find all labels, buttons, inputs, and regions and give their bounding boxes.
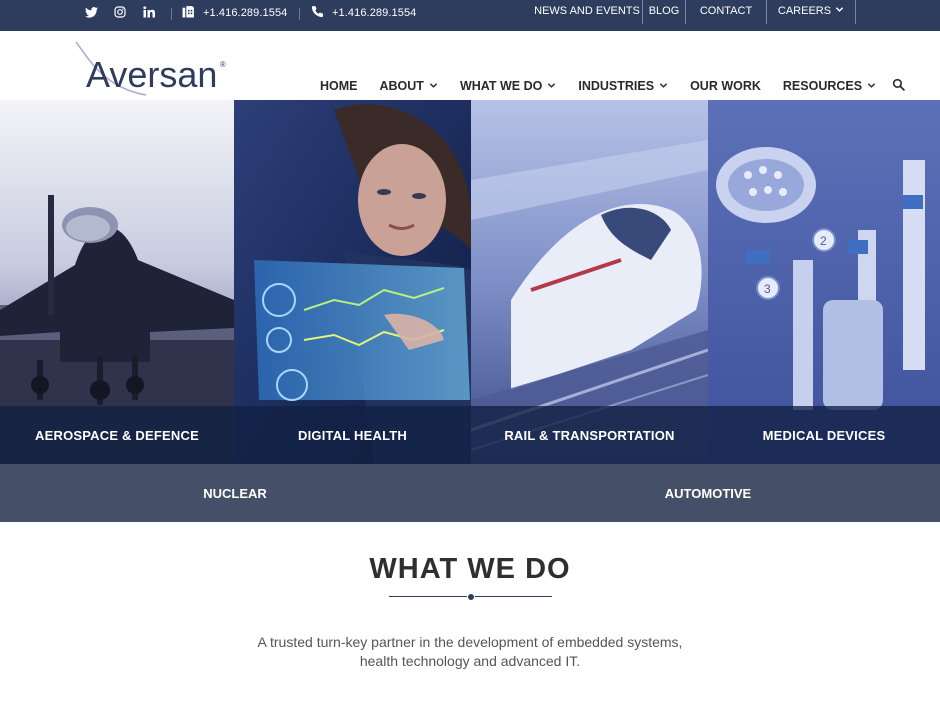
utility-links: NEWS AND EVENTS BLOG CONTACT CAREERS [532,0,856,31]
nav-home[interactable]: HOME [310,75,367,105]
phone-number: +1.416.289.1554 [332,7,417,19]
top-bar: +1.416.289.1554 +1.416.289.1554 NEWS AND… [0,0,940,31]
tile-medical-label: MEDICAL DEVICES [762,427,886,443]
chevron-down-icon [867,79,876,93]
tile-automotive-label: AUTOMOTIVE [664,485,752,501]
nav-resources[interactable]: RESOURCES [783,75,876,97]
aversan-logo[interactable]: Aversan ® [74,41,234,101]
social-links [84,5,156,19]
fax-contact[interactable]: +1.416.289.1554 [182,5,287,21]
tile-label-band: RAIL & TRANSPORTATION [471,406,708,464]
divider-line [389,596,467,597]
nav-home-label: HOME [320,79,358,93]
tagline-line-1: A trusted turn-key partner in the develo… [257,634,683,650]
phone-contact[interactable]: +1.416.289.1554 [311,5,416,21]
instagram-icon[interactable] [113,5,127,19]
link-careers[interactable]: CAREERS [767,0,855,24]
tile-nuclear-label: NUCLEAR [203,485,267,501]
divider-dot [468,594,474,600]
nav-industries-label: INDUSTRIES [578,79,655,93]
link-divider [855,0,856,24]
phone-icon [311,5,324,21]
link-blog[interactable]: BLOG [643,0,685,24]
link-contact[interactable]: CONTACT [686,0,766,24]
main-header: Aversan ® HOME ABOUT WHAT WE DO INDUSTRI… [0,31,940,105]
tile-medical-devices[interactable]: 3 2 MEDICAL DEVICES [708,100,940,464]
tile-digital-health[interactable]: DIGITAL HEALTH [234,100,471,464]
tile-nuclear[interactable]: NUCLEAR [0,464,470,522]
tile-label-band: AEROSPACE & DEFENCE [0,406,234,464]
search-icon [892,78,905,94]
chevron-down-icon [547,79,556,93]
svg-text:2: 2 [820,234,827,248]
nav-about-label: ABOUT [379,79,424,93]
topbar-separator [299,8,300,20]
tagline-line-2: health technology and advanced IT. [359,653,581,669]
nav-industries[interactable]: INDUSTRIES [578,75,668,97]
tile-aerospace[interactable]: AEROSPACE & DEFENCE [0,100,234,464]
tile-rail[interactable]: RAIL & TRANSPORTATION [471,100,708,464]
search-button[interactable] [892,75,905,97]
industry-tiles: AEROSPACE & DEFENCE DIGITAL HEALTH RAIL … [0,100,940,464]
chevron-down-icon [659,79,668,93]
main-nav: HOME ABOUT WHAT WE DO INDUSTRIES OUR WOR… [310,75,927,105]
section-title: WHAT WE DO [369,553,571,585]
tile-digital-health-label: DIGITAL HEALTH [298,427,407,443]
chevron-down-icon [429,79,438,93]
svg-text:3: 3 [764,282,771,296]
tile-aerospace-label: AEROSPACE & DEFENCE [35,427,199,443]
divider-line [475,596,552,597]
topbar-separator [171,8,172,20]
title-divider [389,594,552,600]
nav-our-work[interactable]: OUR WORK [690,75,761,97]
nav-what-we-do[interactable]: WHAT WE DO [460,75,556,97]
tile-rail-label: RAIL & TRANSPORTATION [504,427,675,443]
nav-our-work-label: OUR WORK [690,79,761,93]
registered-mark: ® [220,60,226,69]
link-news-events[interactable]: NEWS AND EVENTS [532,0,642,24]
nav-about[interactable]: ABOUT [380,75,438,97]
tile-label-band: MEDICAL DEVICES [708,406,940,464]
fax-icon [182,5,195,21]
linkedin-icon[interactable] [142,5,156,19]
chevron-down-icon [835,5,844,24]
logo-wordmark: Aversan [86,54,217,95]
fax-number: +1.416.289.1554 [203,7,288,19]
twitter-icon[interactable] [84,5,98,19]
nav-what-we-do-label: WHAT WE DO [459,79,543,93]
tile-label-band: DIGITAL HEALTH [234,406,471,464]
industry-row-secondary: NUCLEAR AUTOMOTIVE [0,464,940,522]
nav-resources-label: RESOURCES [782,79,863,93]
tile-automotive[interactable]: AUTOMOTIVE [470,464,940,522]
section-tagline: A trusted turn-key partner in the develo… [0,633,940,671]
careers-label: CAREERS [777,5,832,17]
